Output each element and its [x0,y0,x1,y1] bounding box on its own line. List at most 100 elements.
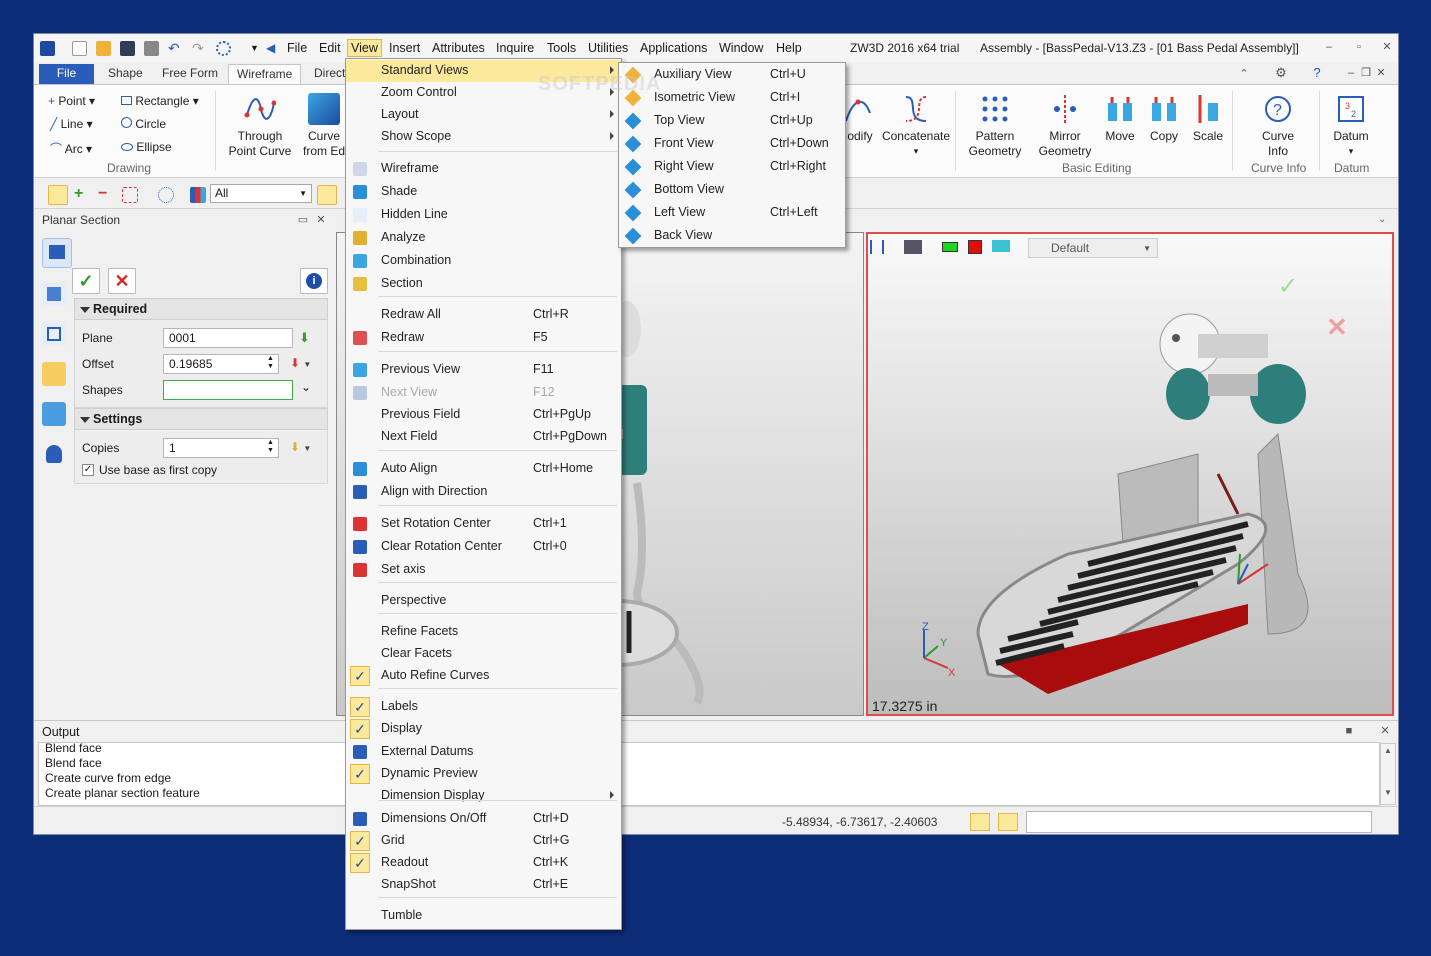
filter-select[interactable]: All ▼ [210,184,312,203]
cancel-button[interactable]: ✕ [108,268,136,294]
move-button[interactable]: Move [1100,93,1140,144]
view-menu-item-refine-facets[interactable]: Refine Facets [346,621,621,643]
pattern-geometry-button[interactable]: Pattern Geometry [960,93,1030,159]
right-viewport[interactable]: Default ▼ ✓ ✕ Z Y X 17.3275 in [866,232,1394,716]
qat-dropdown-icon[interactable]: ▼ [250,41,265,56]
required-section[interactable]: Required [74,298,328,320]
standard-view-right-view[interactable]: Right View Ctrl+Right [619,156,845,178]
menu-tools[interactable]: Tools [544,40,579,56]
menu-help[interactable]: Help [773,40,805,56]
maximize-icon[interactable]: ▫ [1352,41,1366,53]
remove-icon[interactable]: − [98,186,114,203]
view-menu-item-snapshot[interactable]: SnapShot Ctrl+E [346,874,621,896]
line-button[interactable]: ╱ Line ▾ [50,117,93,131]
accept-check-icon[interactable]: ✓ [1278,272,1298,301]
view-menu-item-wireframe[interactable]: Wireframe [346,158,621,180]
tab-file[interactable]: File [39,64,94,84]
close-icon[interactable]: ✕ [1380,41,1394,53]
view-menu-item-set-rotation-center[interactable]: Set Rotation Center Ctrl+1 [346,513,621,535]
view-menu-item-dimensions-on-off[interactable]: Dimensions On/Off Ctrl+D [346,808,621,830]
tab-wireframe[interactable]: Wireframe [228,64,302,84]
assembly-tree-icon[interactable] [42,282,66,306]
mirror-geometry-button[interactable]: Mirror Geometry [1030,93,1100,159]
rectangle-button[interactable]: Rectangle ▾ [121,94,199,108]
viewport-collapse-icon[interactable]: ⌄ [1378,214,1386,225]
menu-inquire[interactable]: Inquire [493,40,537,56]
panel-close-icon[interactable]: ✕ [314,214,328,226]
plane-pick-icon[interactable]: ⬇ [299,330,310,346]
tab-free-form[interactable]: Free Form [154,64,226,84]
concatenate-button[interactable]: Concatenate ▾ [880,93,952,159]
circle-button[interactable]: Circle [121,117,166,131]
output-scrollbar[interactable]: ▲ ▼ [1380,743,1396,805]
reject-x-icon[interactable]: ✕ [1326,312,1348,343]
output-close-icon[interactable]: ✕ [1378,725,1392,737]
shapes-expand-icon[interactable]: ⌄ [301,380,311,394]
view-menu-item-analyze[interactable]: Analyze [346,227,621,249]
info-button[interactable]: i [300,268,328,294]
pick-filter-icon[interactable] [48,185,68,205]
import-icon[interactable] [42,402,66,426]
standard-view-back-view[interactable]: Back View [619,225,845,247]
style-select[interactable]: Default ▼ [1028,238,1158,258]
view-menu-item-external-datums[interactable]: External Datums [346,741,621,763]
manager-icon[interactable] [42,238,72,268]
plane-field[interactable]: 0001 [163,328,293,348]
scale-button[interactable]: Scale [1188,93,1228,144]
datum-button[interactable]: 32 Datum ▾ [1326,93,1376,159]
output-pin-icon[interactable]: ■ [1342,725,1356,737]
app-logo-icon[interactable] [40,41,55,56]
minimize-icon[interactable]: – [1322,41,1336,53]
view-menu-item-clear-rotation-center[interactable]: Clear Rotation Center Ctrl+0 [346,536,621,558]
redo-icon[interactable]: ↷ [192,41,207,56]
dimension-icon[interactable] [870,240,884,254]
view-menu-item-previous-view[interactable]: Previous View F11 [346,359,621,381]
menu-attributes[interactable]: Attributes [429,40,488,56]
view-menu-item-tumble[interactable]: Tumble [346,905,621,927]
arc-button[interactable]: ⌒ Arc ▾ [50,140,92,157]
standard-view-top-view[interactable]: Top View Ctrl+Up [619,110,845,132]
menu-file[interactable]: File [284,40,310,56]
view-menu-item-grid[interactable]: ✓ Grid Ctrl+G [346,830,621,852]
print-icon[interactable] [144,41,159,56]
ellipse-button[interactable]: Ellipse [121,140,172,154]
menu-window[interactable]: Window [716,40,766,56]
filter-chart-icon[interactable] [190,187,206,203]
back-arrow-icon[interactable]: ◀ [266,41,281,56]
offset-pick-icon[interactable]: ⬇ ▼ [290,356,311,370]
box-select-icon[interactable] [122,187,138,203]
view-menu-item-auto-refine-curves[interactable]: ✓ Auto Refine Curves [346,665,621,687]
view-menu-item-redraw[interactable]: Redraw F5 [346,327,621,349]
view-menu-item-dynamic-preview[interactable]: ✓ Dynamic Preview [346,763,621,785]
copy-button[interactable]: Copy [1144,93,1184,144]
open-file-icon[interactable] [96,41,111,56]
view-menu-item-next-field[interactable]: Next Field Ctrl+PgDown [346,426,621,448]
smart-pick-icon[interactable] [317,185,337,205]
view-menu-item-next-view[interactable]: Next View F12 [346,382,621,404]
part-icon[interactable] [42,362,66,386]
ok-button[interactable]: ✓ [72,268,100,294]
add-icon[interactable]: + [74,186,90,203]
menu-utilities[interactable]: Utilities [585,40,631,56]
menu-edit[interactable]: Edit [316,40,344,56]
shapes-field[interactable] [163,380,293,400]
status-list-icon[interactable] [998,813,1018,831]
doc-close-icon[interactable]: ✕ [1374,67,1388,79]
modify-button[interactable]: odify [844,93,876,144]
menu-insert[interactable]: Insert [386,40,423,56]
view-menu-item-perspective[interactable]: Perspective [346,590,621,612]
user-icon[interactable] [42,442,66,466]
view-menu-item-previous-field[interactable]: Previous Field Ctrl+PgUp [346,404,621,426]
use-base-checkbox[interactable]: ✓ [82,464,94,476]
view-menu-item-section[interactable]: Section [346,273,621,295]
rotate-icon[interactable] [216,41,231,56]
view-menu-item-align-with-direction[interactable]: Align with Direction [346,481,621,503]
new-file-icon[interactable] [72,41,87,56]
copies-field[interactable]: 1 [163,438,279,458]
history-icon[interactable] [42,322,66,346]
status-toggle-icon[interactable] [970,813,990,831]
red-color-icon[interactable] [968,240,982,254]
standard-view-left-view[interactable]: Left View Ctrl+Left [619,202,845,224]
view-menu-item-layout[interactable]: Layout [346,104,621,126]
curve-from-edge-button[interactable]: Curve from Ed [302,93,346,159]
